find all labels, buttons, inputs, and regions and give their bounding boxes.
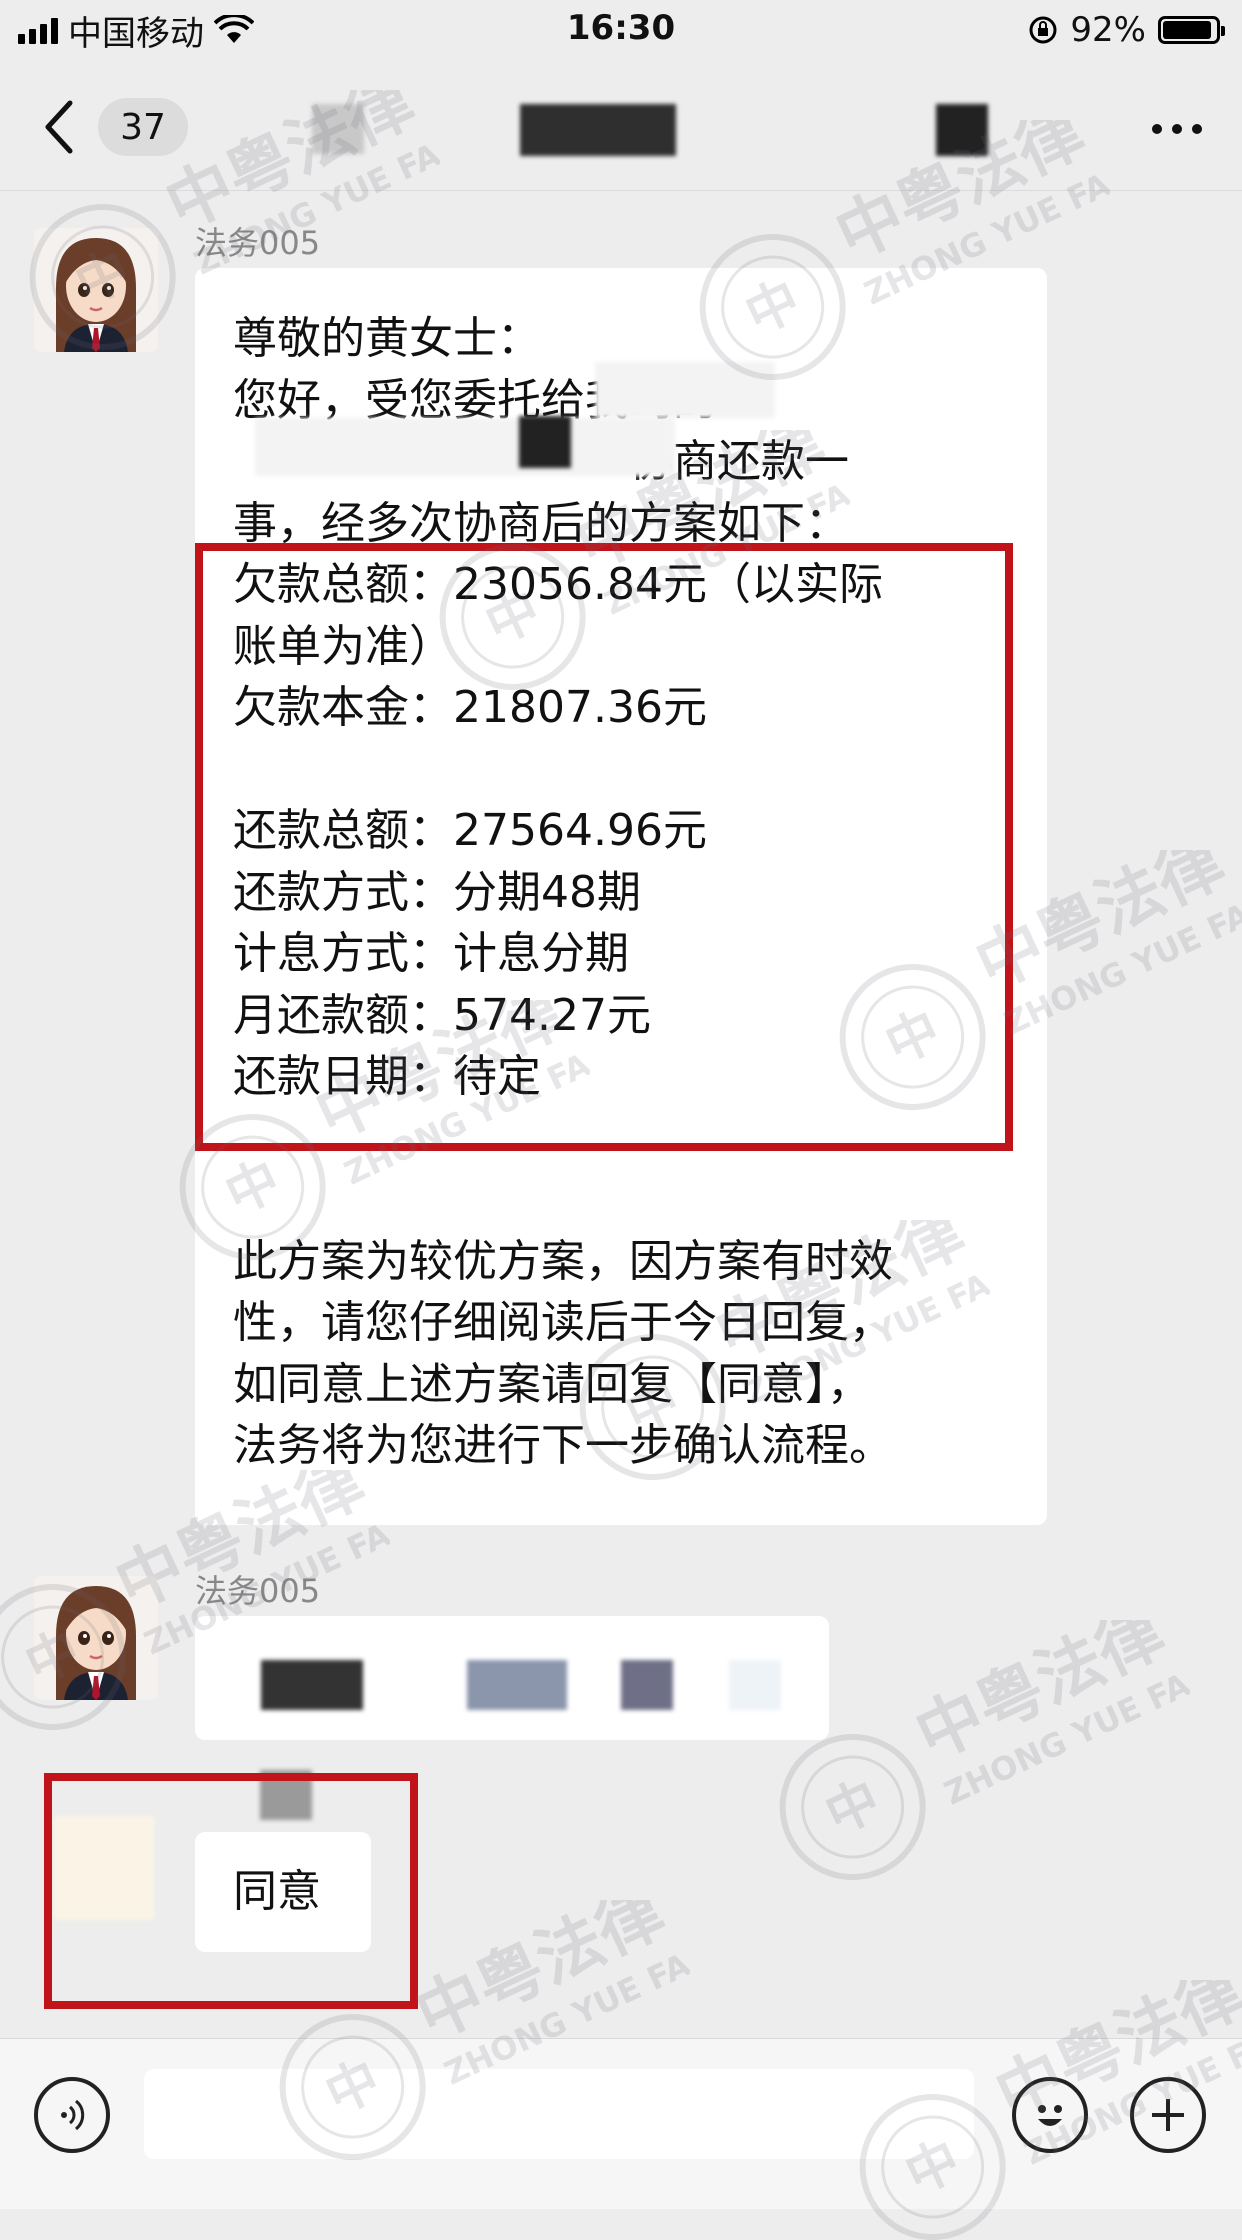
message-bubble[interactable]	[195, 1616, 829, 1740]
input-bar	[0, 2038, 1242, 2209]
more-dots-icon[interactable]	[1152, 124, 1202, 134]
svg-text:ZHONG YUE FA LV: ZHONG YUE FA LV	[938, 1643, 1190, 1812]
rotation-lock-icon	[1029, 16, 1057, 44]
voice-icon[interactable]	[34, 2077, 110, 2153]
redacted-text	[595, 362, 775, 418]
message-line	[233, 1169, 893, 1231]
status-bar: 中国移动 16:30 92%	[0, 0, 1242, 62]
plus-icon[interactable]	[1130, 2077, 1206, 2153]
battery-icon	[1158, 16, 1225, 44]
message-line: 此方案为较优方案，因方案有时效	[233, 1235, 893, 1287]
sender-name: 法务005	[195, 224, 321, 262]
message-line: 性，请您仔细阅读后于今日回复，	[233, 1297, 893, 1348]
redacted-text	[261, 1660, 363, 1710]
battery-percent: 92%	[1070, 10, 1146, 50]
svg-text:中粤法律: 中粤法律	[404, 1900, 676, 2054]
message-line: 如同意上述方案请回复【同意】，	[233, 1358, 871, 1410]
chat-header: 37	[0, 62, 1242, 191]
sender-name: 法务005	[195, 1572, 321, 1610]
message-input[interactable]	[144, 2069, 974, 2159]
reply-highlight-box	[44, 1773, 418, 2009]
chevron-left-icon[interactable]	[40, 97, 80, 157]
redacted-title	[936, 104, 988, 156]
avatar[interactable]	[34, 1576, 158, 1700]
redacted-text	[621, 1660, 673, 1710]
message-line: 法务将为您进行下一步确认流程。	[233, 1420, 893, 1471]
svg-text:中粤法律: 中粤法律	[904, 1620, 1176, 1774]
message-line: 尊敬的黄女士：	[233, 313, 541, 364]
emoji-icon[interactable]	[1012, 2077, 1088, 2153]
redacted-title	[312, 104, 364, 154]
redacted-title	[520, 104, 676, 156]
avatar[interactable]	[34, 228, 158, 352]
redacted-text	[729, 1660, 781, 1710]
unread-count-badge[interactable]: 37	[98, 98, 188, 156]
redacted-text	[467, 1660, 567, 1710]
redacted-text	[255, 418, 675, 476]
svg-text:中: 中	[817, 1770, 889, 1846]
redacted-text	[519, 416, 571, 468]
plan-highlight-box	[195, 543, 1013, 1151]
